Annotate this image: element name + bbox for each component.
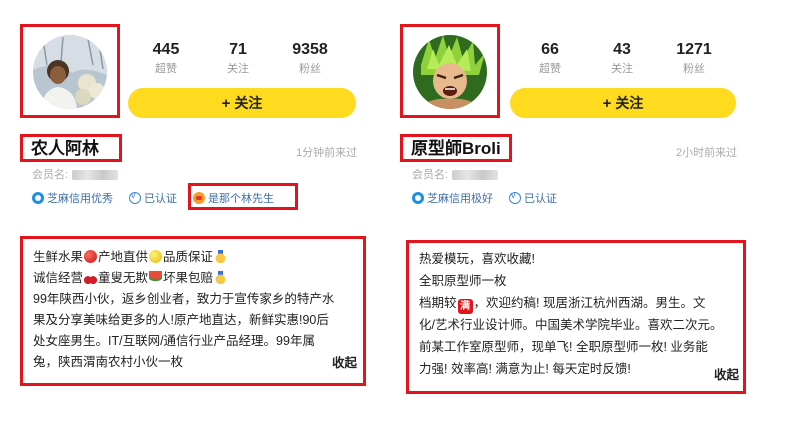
bio-segment: 坏果包赔	[163, 271, 214, 285]
full-stamp-icon: 满	[457, 299, 473, 314]
bio-line: 化/艺术行业设计师。中国美术学院毕业。喜欢二次元。	[419, 318, 723, 332]
bio-text: 生鲜水果 产地直供 品质保证 诚信经营 童叟无欺 坏果包赔 99年陕西小伙，返乡创业者，…	[33, 247, 334, 373]
bio-segment: 童叟无欺	[98, 271, 149, 285]
credit-badge-label: 芝麻信用极好	[427, 193, 493, 205]
stats-row: 445 超赞 71 关注 9358 粉丝	[130, 40, 346, 77]
bio-segment: ，欢迎约稿! 现居浙江杭州西湖。男生。文	[473, 296, 706, 310]
verified-icon	[509, 190, 521, 204]
avatar-image	[33, 35, 107, 109]
bio-line: 力强! 效率高! 满意为止! 每天定时反馈!	[419, 362, 631, 376]
stat-number: 1271	[676, 41, 712, 58]
stat-number: 445	[152, 41, 180, 58]
bio-line: 处女座男生。IT/互联网/通信行业产品经理。99年属	[33, 334, 315, 348]
member-name: 会员名:	[412, 166, 499, 182]
bio-segment: 生鲜水果	[33, 250, 84, 264]
stat-number: 71	[229, 41, 247, 58]
bio-segment: 产地直供	[98, 250, 149, 264]
verified-badge-label: 已认证	[144, 193, 177, 205]
stat-followers[interactable]: 9358 粉丝	[274, 40, 346, 77]
follow-button[interactable]: + 关注	[128, 88, 356, 118]
sesame-credit-icon	[412, 192, 424, 204]
cherry-emoji-icon	[84, 271, 98, 284]
lemon-emoji-icon	[149, 250, 163, 263]
stat-label: 超赞	[155, 63, 177, 75]
bio-line: 全职原型师一枚	[419, 274, 507, 288]
stat-following[interactable]: 43 关注	[586, 40, 658, 77]
bio-line: 档期较满，欢迎约稿! 现居浙江杭州西湖。男生。文	[419, 292, 722, 314]
member-name: 会员名:	[32, 166, 119, 182]
plus-icon: +	[602, 94, 612, 112]
medal-emoji-icon	[214, 271, 228, 284]
last-seen-time: 2小时前来过	[676, 147, 738, 159]
bio-segment: 档期较	[419, 296, 457, 310]
follow-button[interactable]: + 关注	[510, 88, 736, 118]
verified-badge-label: 已认证	[524, 193, 557, 205]
apple-emoji-icon	[84, 250, 98, 263]
verified-badge[interactable]: 已认证	[509, 190, 557, 206]
stat-label: 粉丝	[299, 63, 321, 75]
credit-badge[interactable]: 芝麻信用优秀	[32, 190, 113, 206]
stat-likes[interactable]: 445 超赞	[130, 40, 202, 77]
member-name-label: 会员名:	[32, 169, 69, 181]
last-seen-time: 1分钟前来过	[296, 147, 358, 159]
avatar-image	[413, 35, 487, 109]
avatar-highlight	[400, 24, 500, 118]
stat-label: 关注	[227, 63, 249, 75]
bio-segment: 诚信经营	[33, 271, 84, 285]
stat-number: 9358	[292, 41, 328, 58]
bio-line: 果及分享美味给更多的人!原产地直达，新鲜实惠!90后	[33, 313, 329, 327]
collapse-link[interactable]: 收起	[332, 352, 357, 371]
follow-button-label: 关注	[234, 95, 263, 111]
stat-label: 关注	[611, 63, 633, 75]
bio-line: 诚信经营 童叟无欺 坏果包赔	[33, 268, 334, 289]
bio-line: 前某工作室原型师，现单飞! 全职原型师一枚! 业务能	[419, 340, 708, 354]
weibo-highlight	[188, 183, 298, 210]
credit-badge-label: 芝麻信用优秀	[47, 193, 113, 205]
avatar-highlight	[20, 24, 120, 118]
sesame-credit-icon	[32, 192, 44, 204]
stat-label: 粉丝	[683, 63, 705, 75]
bio-text: 热爱模玩，喜欢收藏! 全职原型师一枚 档期较满，欢迎约稿! 现居浙江杭州西湖。男…	[419, 248, 722, 380]
plus-icon: +	[221, 94, 231, 112]
avatar[interactable]	[33, 35, 107, 109]
bio-line: 热爱模玩，喜欢收藏!	[419, 252, 535, 266]
stat-number: 66	[541, 41, 559, 58]
stat-number: 43	[613, 41, 631, 58]
stat-following[interactable]: 71 关注	[202, 40, 274, 77]
follow-button-label: 关注	[615, 95, 644, 111]
member-name-label: 会员名:	[412, 169, 449, 181]
username: 农人阿林	[31, 139, 99, 158]
bio-highlight: 热爱模玩，喜欢收藏! 全职原型师一枚 档期较满，欢迎约稿! 现居浙江杭州西湖。男…	[406, 240, 746, 394]
stat-label: 超赞	[539, 63, 561, 75]
bio-line: 99年陕西小伙，返乡创业者，致力于宣传家乡的特产水	[33, 292, 335, 306]
bio-line: 生鲜水果 产地直供 品质保证	[33, 247, 334, 268]
profile-panel-left: 445 超赞 71 关注 9358 粉丝 + 关注 农人阿林 1分钟前来过 会员…	[18, 0, 368, 425]
medal-emoji-icon	[214, 250, 228, 263]
stat-likes[interactable]: 66 超赞	[514, 40, 586, 77]
bio-line: 兔，陕西渭南农村小伙一枚	[33, 355, 184, 369]
credit-badge[interactable]: 芝麻信用极好	[412, 190, 493, 206]
verified-icon	[129, 190, 141, 204]
username-highlight: 农人阿林	[20, 134, 122, 162]
profile-panel-right: 66 超赞 43 关注 1271 粉丝 + 关注 原型師Broli 2小时前来过…	[398, 0, 748, 425]
username-highlight: 原型師Broli	[400, 134, 512, 162]
blurred-member-id	[72, 170, 119, 181]
watermelon-emoji-icon	[149, 271, 163, 284]
stat-followers[interactable]: 1271 粉丝	[658, 40, 730, 77]
bio-segment: 品质保证	[163, 250, 214, 264]
bio-highlight: 生鲜水果 产地直供 品质保证 诚信经营 童叟无欺 坏果包赔 99年陕西小伙，返乡创业者，…	[20, 236, 366, 386]
avatar[interactable]	[413, 35, 487, 109]
collapse-link[interactable]: 收起	[714, 364, 739, 383]
stats-row: 66 超赞 43 关注 1271 粉丝	[514, 40, 730, 77]
badge-row: 芝麻信用极好 已认证	[412, 190, 573, 206]
username: 原型師Broli	[411, 139, 501, 158]
verified-badge[interactable]: 已认证	[129, 190, 177, 206]
blurred-member-id	[452, 170, 499, 181]
